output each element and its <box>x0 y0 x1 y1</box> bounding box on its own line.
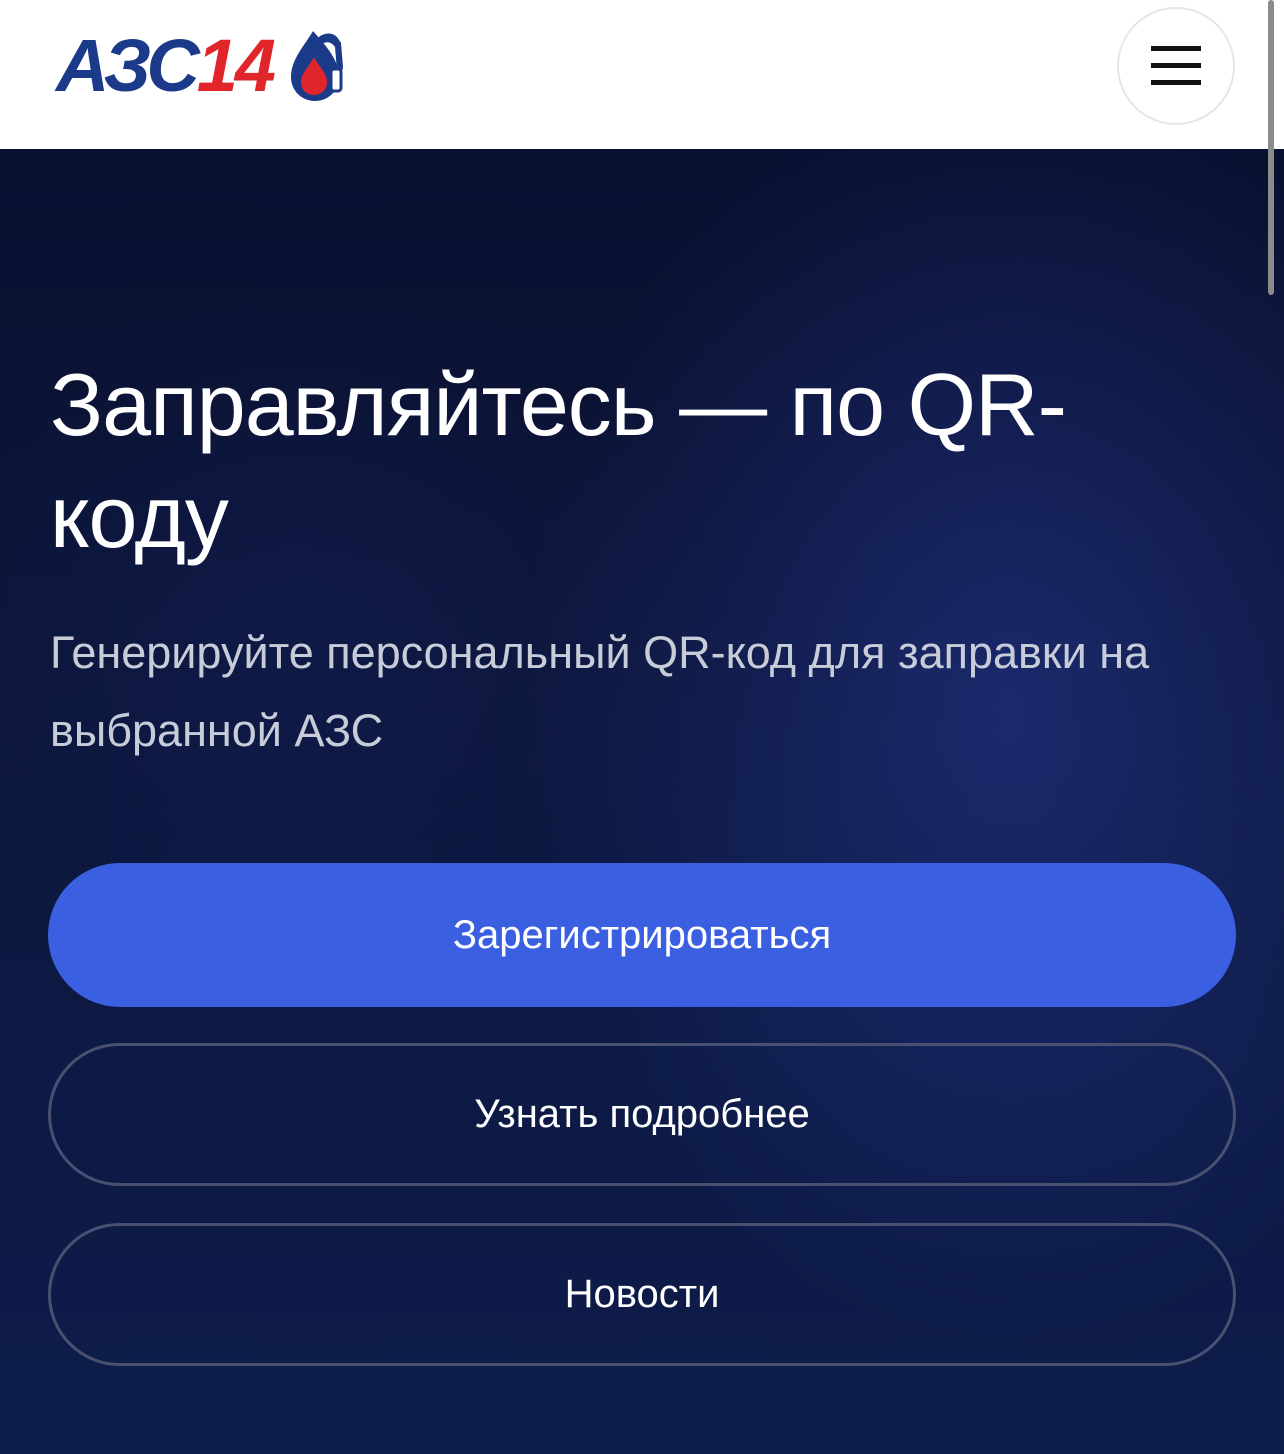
site-header: АЗС 14 <box>0 0 1284 149</box>
scrollbar-thumb[interactable] <box>1268 0 1274 295</box>
learn-more-button[interactable]: Узнать подробнее <box>48 1043 1236 1186</box>
logo-wordmark: АЗС 14 <box>56 24 276 107</box>
hamburger-icon <box>1151 46 1201 85</box>
hero-title: Заправляйтесь — по QR-коду <box>50 355 1067 566</box>
register-button[interactable]: Зарегистрироваться <box>48 863 1236 1007</box>
hero-subtitle: Генерируйте персональный QR-код для запр… <box>50 627 1150 756</box>
logo-letters: АЗС <box>56 24 200 107</box>
fuel-drop-icon <box>291 31 344 101</box>
logo[interactable]: АЗС 14 <box>56 26 347 106</box>
menu-button[interactable] <box>1117 7 1235 125</box>
hero-section: Заправляйтесь — по QR-коду Генерируйте п… <box>0 149 1284 1454</box>
logo-number: 14 <box>196 24 276 107</box>
page: АЗС 14 Заправляйтесь — по QR-коду Генерир… <box>0 0 1284 1454</box>
news-button[interactable]: Новости <box>48 1223 1236 1366</box>
